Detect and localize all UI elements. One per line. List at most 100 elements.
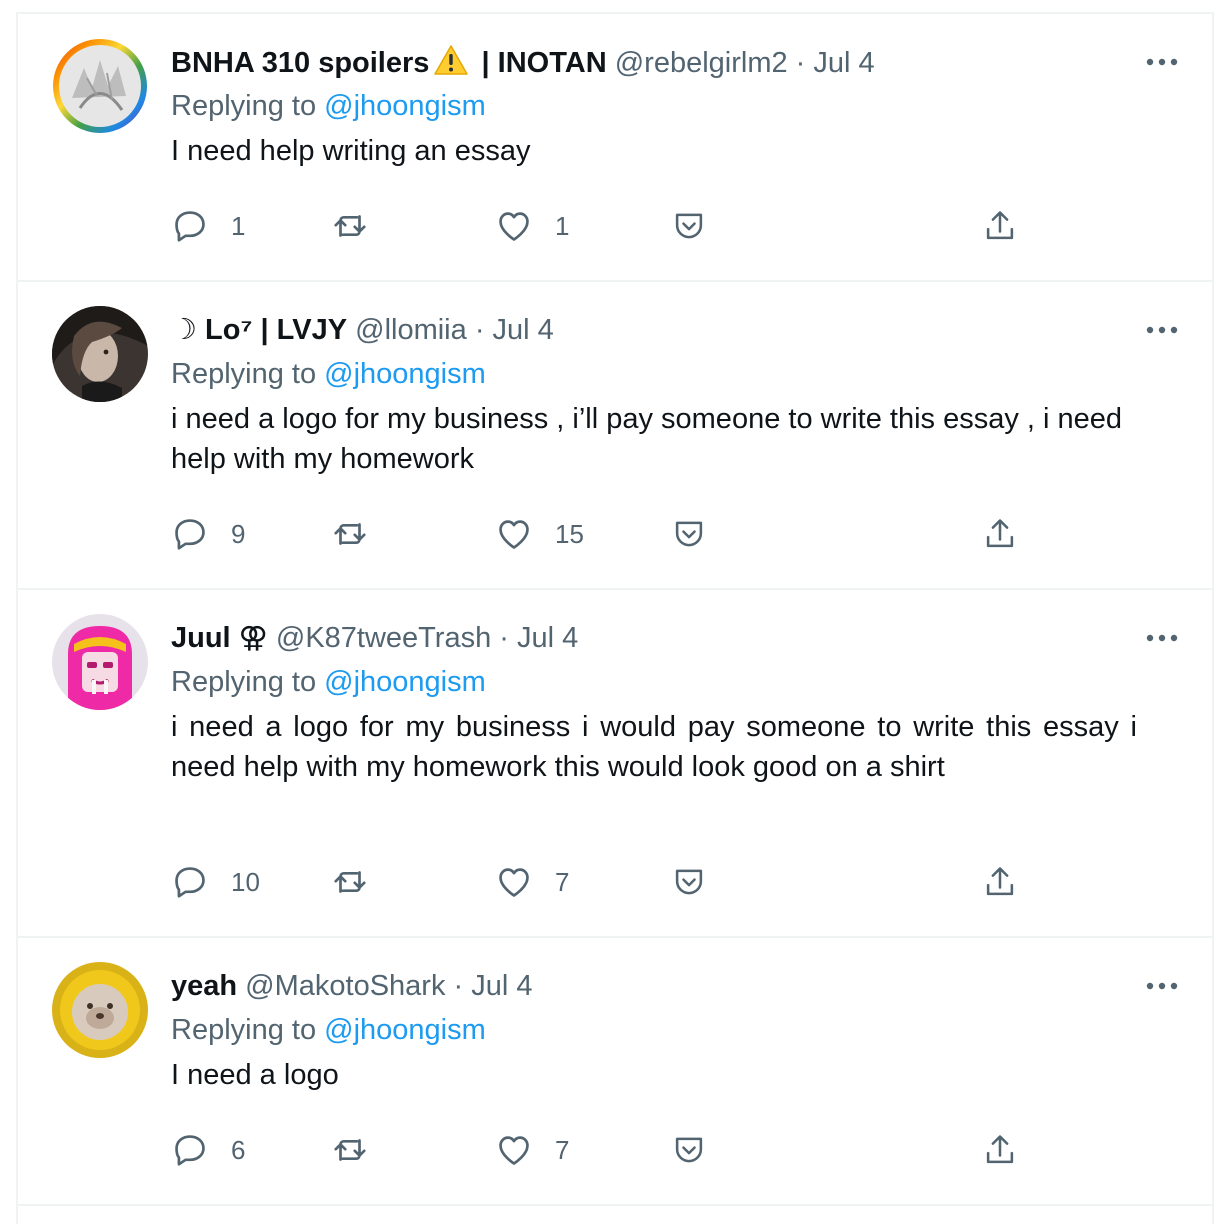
warning-emoji-icon [433,44,469,85]
heart-icon [499,212,529,241]
tweet-actions: 1 1 [171,204,1071,248]
mention-link[interactable]: @jhoongism [324,358,486,390]
reply-bubble-icon [175,867,205,898]
pocket-save-icon [675,521,703,547]
share-button[interactable] [981,1128,1019,1172]
more-horizontal-icon[interactable] [1144,620,1180,656]
replying-to: Replying to @jhoongism [171,88,486,124]
heart-icon [499,868,529,897]
share-upload-icon [986,519,1014,548]
user-handle[interactable]: @rebelgirlm2 [615,47,788,79]
tweet-actions: 6 7 [171,1128,1071,1172]
reply-bubble-icon [175,519,205,550]
dark-portrait-avatar [52,306,148,402]
retweet-icon [334,871,366,893]
tweet-date[interactable]: · Jul 4 [454,970,533,1002]
retweet-icon [334,215,366,237]
reply-count: 6 [231,1134,246,1165]
tweet-text: i need a logo for my business , i’ll pay… [171,403,1123,475]
display-name[interactable]: Juul ⚢ [171,622,268,654]
like-button[interactable]: 7 [495,860,569,904]
replying-to-label: Replying to [171,90,317,122]
pocket-save-button[interactable] [670,1128,708,1172]
avatar[interactable] [52,614,148,710]
pocket-save-button[interactable] [670,860,708,904]
tweet-card[interactable]: ☽ Lo⁷ | LVJY @llomiia · Jul 4 Replying t… [18,282,1214,590]
user-handle[interactable]: @K87tweeTrash [276,622,491,654]
display-name[interactable]: BNHA 310 spoilers [171,47,429,79]
tweet-card[interactable]: BNHA 310 spoilers | INOTAN @rebelgirlm2 … [18,14,1214,282]
reply-bubble-icon [175,1135,205,1166]
share-button[interactable] [981,204,1019,248]
like-count: 1 [555,210,570,241]
retweet-button[interactable] [331,512,391,556]
replying-to-label: Replying to [171,1014,317,1046]
tweet-text: I need a logo [171,1059,339,1091]
reply-button[interactable]: 6 [171,1128,245,1172]
tweet-actions: 9 15 [171,512,1071,556]
tweet-actions: 10 7 [171,860,1071,904]
display-name[interactable]: ☽ Lo⁷ | LVJY [171,314,347,346]
share-button[interactable] [981,512,1019,556]
reply-count: 1 [231,210,246,241]
reply-timeline: BNHA 310 spoilers | INOTAN @rebelgirlm2 … [16,12,1214,1224]
heart-icon [499,520,529,549]
tweet-date[interactable]: · Jul 4 [499,622,578,654]
reply-count: 9 [231,518,246,549]
tweet-header: ☽ Lo⁷ | LVJY @llomiia · Jul 4 [171,312,554,348]
more-horizontal-icon[interactable] [1144,968,1180,1004]
yellow-circle-animal-avatar [52,962,148,1058]
tweet-card[interactable]: yeah @MakotoShark · Jul 4 Replying to @j… [18,938,1214,1206]
share-button[interactable] [981,860,1019,904]
retweet-icon [334,1139,366,1161]
mention-link[interactable]: @jhoongism [324,1014,486,1046]
tweet-header: BNHA 310 spoilers | INOTAN @rebelgirlm2 … [171,44,875,80]
retweet-button[interactable] [331,204,391,248]
share-upload-icon [986,211,1014,240]
share-upload-icon [986,867,1014,896]
pocket-save-button[interactable] [670,512,708,556]
display-name-suffix[interactable]: | INOTAN [473,47,606,79]
like-button[interactable]: 1 [495,204,569,248]
pink-hair-character-avatar [52,614,148,710]
like-button[interactable]: 15 [495,512,584,556]
tweet-card[interactable]: Juul ⚢ @K87tweeTrash · Jul 4 Replying to… [18,590,1214,938]
rainbow-ring-manga-avatar [53,39,147,133]
replying-to: Replying to @jhoongism [171,356,486,392]
tweet-text: I need help writing an essay [171,135,531,167]
avatar[interactable] [52,962,148,1058]
replying-to-label: Replying to [171,358,317,390]
display-name[interactable]: yeah [171,970,237,1002]
avatar[interactable] [52,306,148,402]
reply-button[interactable]: 1 [171,204,245,248]
retweet-button[interactable] [331,860,391,904]
like-count: 15 [555,518,584,549]
reply-button[interactable]: 10 [171,860,260,904]
share-upload-icon [986,1135,1014,1164]
replying-to: Replying to @jhoongism [171,664,486,700]
reply-bubble-icon [175,211,205,242]
pocket-save-icon [675,213,703,239]
pocket-save-icon [675,1137,703,1163]
reply-button[interactable]: 9 [171,512,245,556]
user-handle[interactable]: @llomiia [355,314,467,346]
like-count: 7 [555,866,570,897]
replying-to-label: Replying to [171,666,317,698]
user-handle[interactable]: @MakotoShark [245,970,445,1002]
tweet-header: Juul ⚢ @K87tweeTrash · Jul 4 [171,620,578,656]
like-button[interactable]: 7 [495,1128,569,1172]
avatar[interactable] [52,38,148,134]
retweet-icon [334,523,366,545]
tweet-date[interactable]: · Jul 4 [475,314,554,346]
tweet-date[interactable]: · Jul 4 [796,47,875,79]
more-horizontal-icon[interactable] [1144,312,1180,348]
pocket-save-icon [675,869,703,895]
retweet-button[interactable] [331,1128,391,1172]
more-horizontal-icon[interactable] [1144,44,1180,80]
like-count: 7 [555,1134,570,1165]
reply-count: 10 [231,866,260,897]
mention-link[interactable]: @jhoongism [324,90,486,122]
mention-link[interactable]: @jhoongism [324,666,486,698]
tweet-header: yeah @MakotoShark · Jul 4 [171,968,533,1004]
pocket-save-button[interactable] [670,204,708,248]
